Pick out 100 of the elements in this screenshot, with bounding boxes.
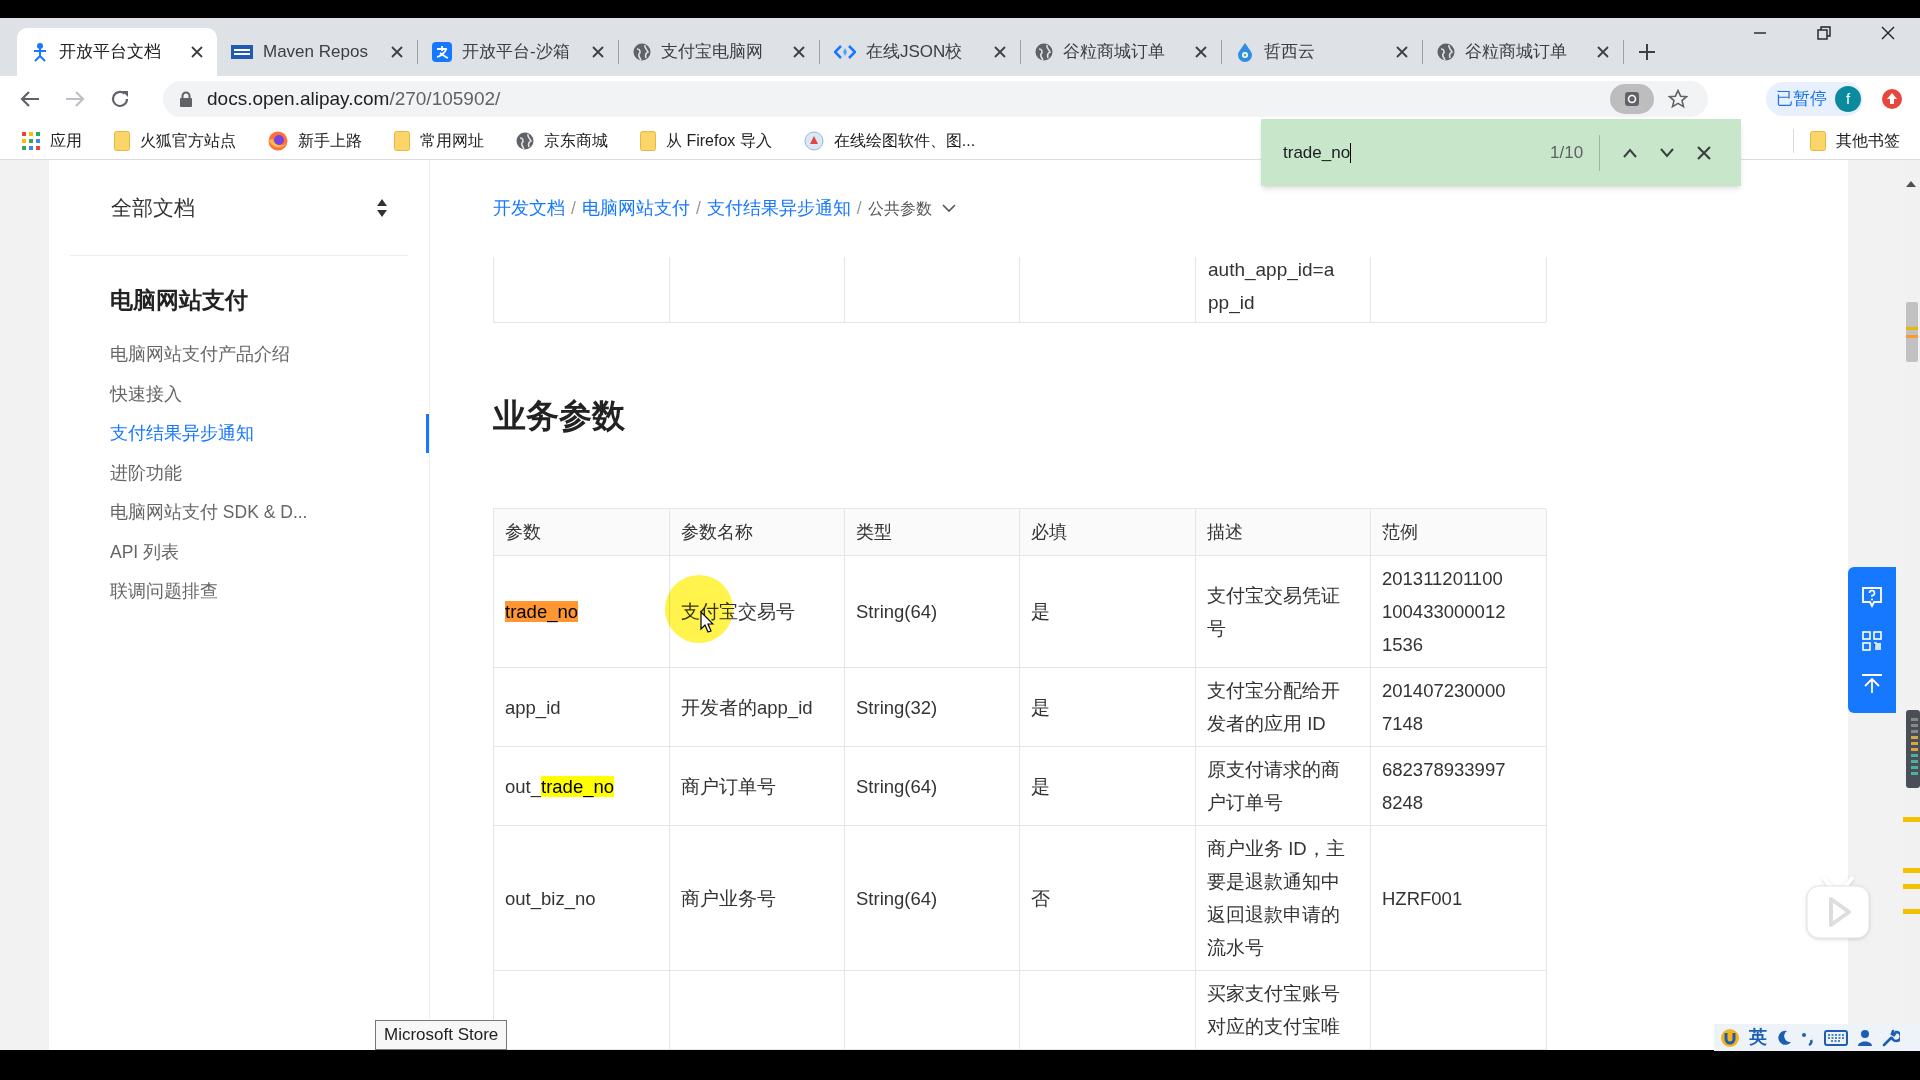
sidebar-item[interactable]: 快速接入 xyxy=(49,374,429,414)
table-cell: 2013112011001004330000121536 xyxy=(1371,556,1547,667)
address-bar[interactable]: docs.open.alipay.com/270/105902/ xyxy=(163,81,1708,117)
bookmark[interactable]: 应用 xyxy=(18,126,86,155)
breadcrumb-link[interactable]: 支付结果异步通知 xyxy=(706,195,851,222)
breadcrumb-link[interactable]: 电脑网站支付 xyxy=(581,195,690,222)
tooltip: Microsoft Store xyxy=(375,1020,508,1050)
section-heading: 业务参数 xyxy=(493,395,626,436)
breadcrumb-separator: / xyxy=(571,197,576,221)
document-selector[interactable]: 全部文档 xyxy=(70,160,408,256)
help-icon[interactable] xyxy=(1861,586,1883,609)
bookmark[interactable]: 其他书签 xyxy=(1793,128,1900,153)
folder-icon xyxy=(114,130,130,151)
close-icon[interactable] xyxy=(592,46,604,58)
language-toggle[interactable]: 英 xyxy=(1749,1024,1767,1051)
sidebar-item[interactable]: 进阶功能 xyxy=(49,453,429,493)
table-cell: String(32) xyxy=(845,668,1020,746)
column-header: 范例 xyxy=(1371,509,1547,555)
input-method-logo-icon[interactable] xyxy=(1720,1027,1740,1048)
close-icon[interactable] xyxy=(1881,26,1895,40)
table-cell: String(64) xyxy=(845,826,1020,970)
bookmark[interactable]: 新手上路 xyxy=(264,126,366,155)
update-icon[interactable] xyxy=(1881,88,1903,110)
close-icon[interactable] xyxy=(1597,46,1609,58)
apps-icon xyxy=(22,131,40,150)
table-cell: out_biz_no xyxy=(494,826,670,970)
match-count: 1/10 xyxy=(1550,141,1584,164)
folder-icon xyxy=(394,130,410,151)
table-cell: 买家支付宝账号对应的支付宝唯 xyxy=(1196,971,1371,1049)
bookmark[interactable]: 常用网址 xyxy=(390,126,488,155)
wrench-icon[interactable] xyxy=(1882,1028,1900,1047)
restore-icon[interactable] xyxy=(1817,26,1831,40)
globe-icon xyxy=(633,43,651,61)
breadcrumb-separator: / xyxy=(695,197,701,221)
column-header: 参数 xyxy=(494,509,670,555)
close-icon[interactable] xyxy=(1195,46,1207,58)
search-match-marker xyxy=(1903,868,1920,873)
scroll-up-icon[interactable] xyxy=(1906,181,1916,187)
drawing-site-icon xyxy=(803,130,824,151)
sidebar-item[interactable]: 电脑网站支付 SDK & D... xyxy=(49,492,429,532)
close-icon[interactable] xyxy=(994,46,1006,58)
bookmark[interactable]: 从 Firefox 导入 xyxy=(636,126,776,155)
breadcrumb-dropdown[interactable]: 公共参数 xyxy=(867,196,956,221)
keyboard-icon[interactable] xyxy=(1824,1029,1848,1046)
breadcrumb-link[interactable]: 开发文档 xyxy=(493,195,565,222)
profile-button[interactable]: 已暂停 f xyxy=(1766,82,1863,116)
user-icon[interactable] xyxy=(1857,1028,1873,1047)
repo-icon xyxy=(231,44,253,60)
globe-icon xyxy=(1437,43,1455,61)
back-to-top-icon[interactable] xyxy=(1861,673,1883,694)
close-icon[interactable] xyxy=(793,46,805,58)
table-cell: 支付宝交易凭证号 xyxy=(1196,556,1371,667)
sidebar-item[interactable]: 电脑网站支付产品介绍 xyxy=(49,334,429,374)
bookmark[interactable]: 京东商城 xyxy=(512,126,612,155)
browser-tab[interactable]: 开放平台文档 xyxy=(17,28,217,76)
scrollbar-thumb-drawing[interactable] xyxy=(1906,302,1918,362)
previous-match-icon[interactable] xyxy=(1622,147,1639,158)
bookmark[interactable]: 火狐官方站点 xyxy=(110,126,240,155)
column-header: 类型 xyxy=(845,509,1020,555)
close-icon[interactable] xyxy=(191,46,203,58)
table-cell: 是 xyxy=(1020,668,1196,746)
column-header: 必填 xyxy=(1020,509,1196,555)
search-match-marker xyxy=(1903,884,1920,889)
table-cell: String(64) xyxy=(845,747,1020,825)
table-cell: 6823789339978248 xyxy=(1371,747,1547,825)
bookmark[interactable]: 在线绘图软件、图... xyxy=(799,126,980,155)
sidebar-item[interactable]: 联调问题排查 xyxy=(49,571,429,611)
sort-icon xyxy=(376,198,388,217)
moon-icon[interactable] xyxy=(1776,1029,1792,1046)
lock-icon xyxy=(179,91,193,107)
star-icon[interactable] xyxy=(1668,89,1688,109)
sidebar-item[interactable]: API 列表 xyxy=(49,532,429,572)
drop-icon xyxy=(1236,42,1254,62)
table-cell: 是 xyxy=(1020,556,1196,667)
breadcrumb-separator: / xyxy=(856,197,862,221)
table-cell: 支付宝分配给开发者的应用 ID xyxy=(1196,668,1371,746)
close-icon[interactable] xyxy=(391,46,403,58)
table-cell: 原支付请求的商户订单号 xyxy=(1196,747,1371,825)
column-header: 参数名称 xyxy=(670,509,845,555)
close-icon[interactable] xyxy=(1396,46,1408,58)
back-icon[interactable] xyxy=(20,90,40,108)
folder-icon xyxy=(640,130,656,151)
folder-icon xyxy=(1810,130,1826,151)
table-cell: 2014072300007148 xyxy=(1371,668,1547,746)
globe-icon xyxy=(516,131,534,150)
code-icon xyxy=(834,44,856,60)
lens-button[interactable] xyxy=(1610,84,1654,114)
close-icon[interactable] xyxy=(1697,145,1712,160)
new-tab-icon[interactable] xyxy=(1638,43,1656,61)
qr-code-icon[interactable] xyxy=(1862,631,1882,651)
next-match-icon[interactable] xyxy=(1659,147,1676,158)
figure-icon xyxy=(31,42,49,62)
table-cell: String(64) xyxy=(845,556,1020,667)
section-title: 电脑网站支付 xyxy=(109,286,249,315)
table-cell: 商户订单号 xyxy=(670,747,845,825)
search-match-marker xyxy=(1903,817,1920,822)
table-cell: 开发者的app_id xyxy=(670,668,845,746)
reload-icon[interactable] xyxy=(110,89,130,109)
find-field[interactable]: trade_no xyxy=(1283,139,1523,166)
column-header: 描述 xyxy=(1196,509,1371,555)
